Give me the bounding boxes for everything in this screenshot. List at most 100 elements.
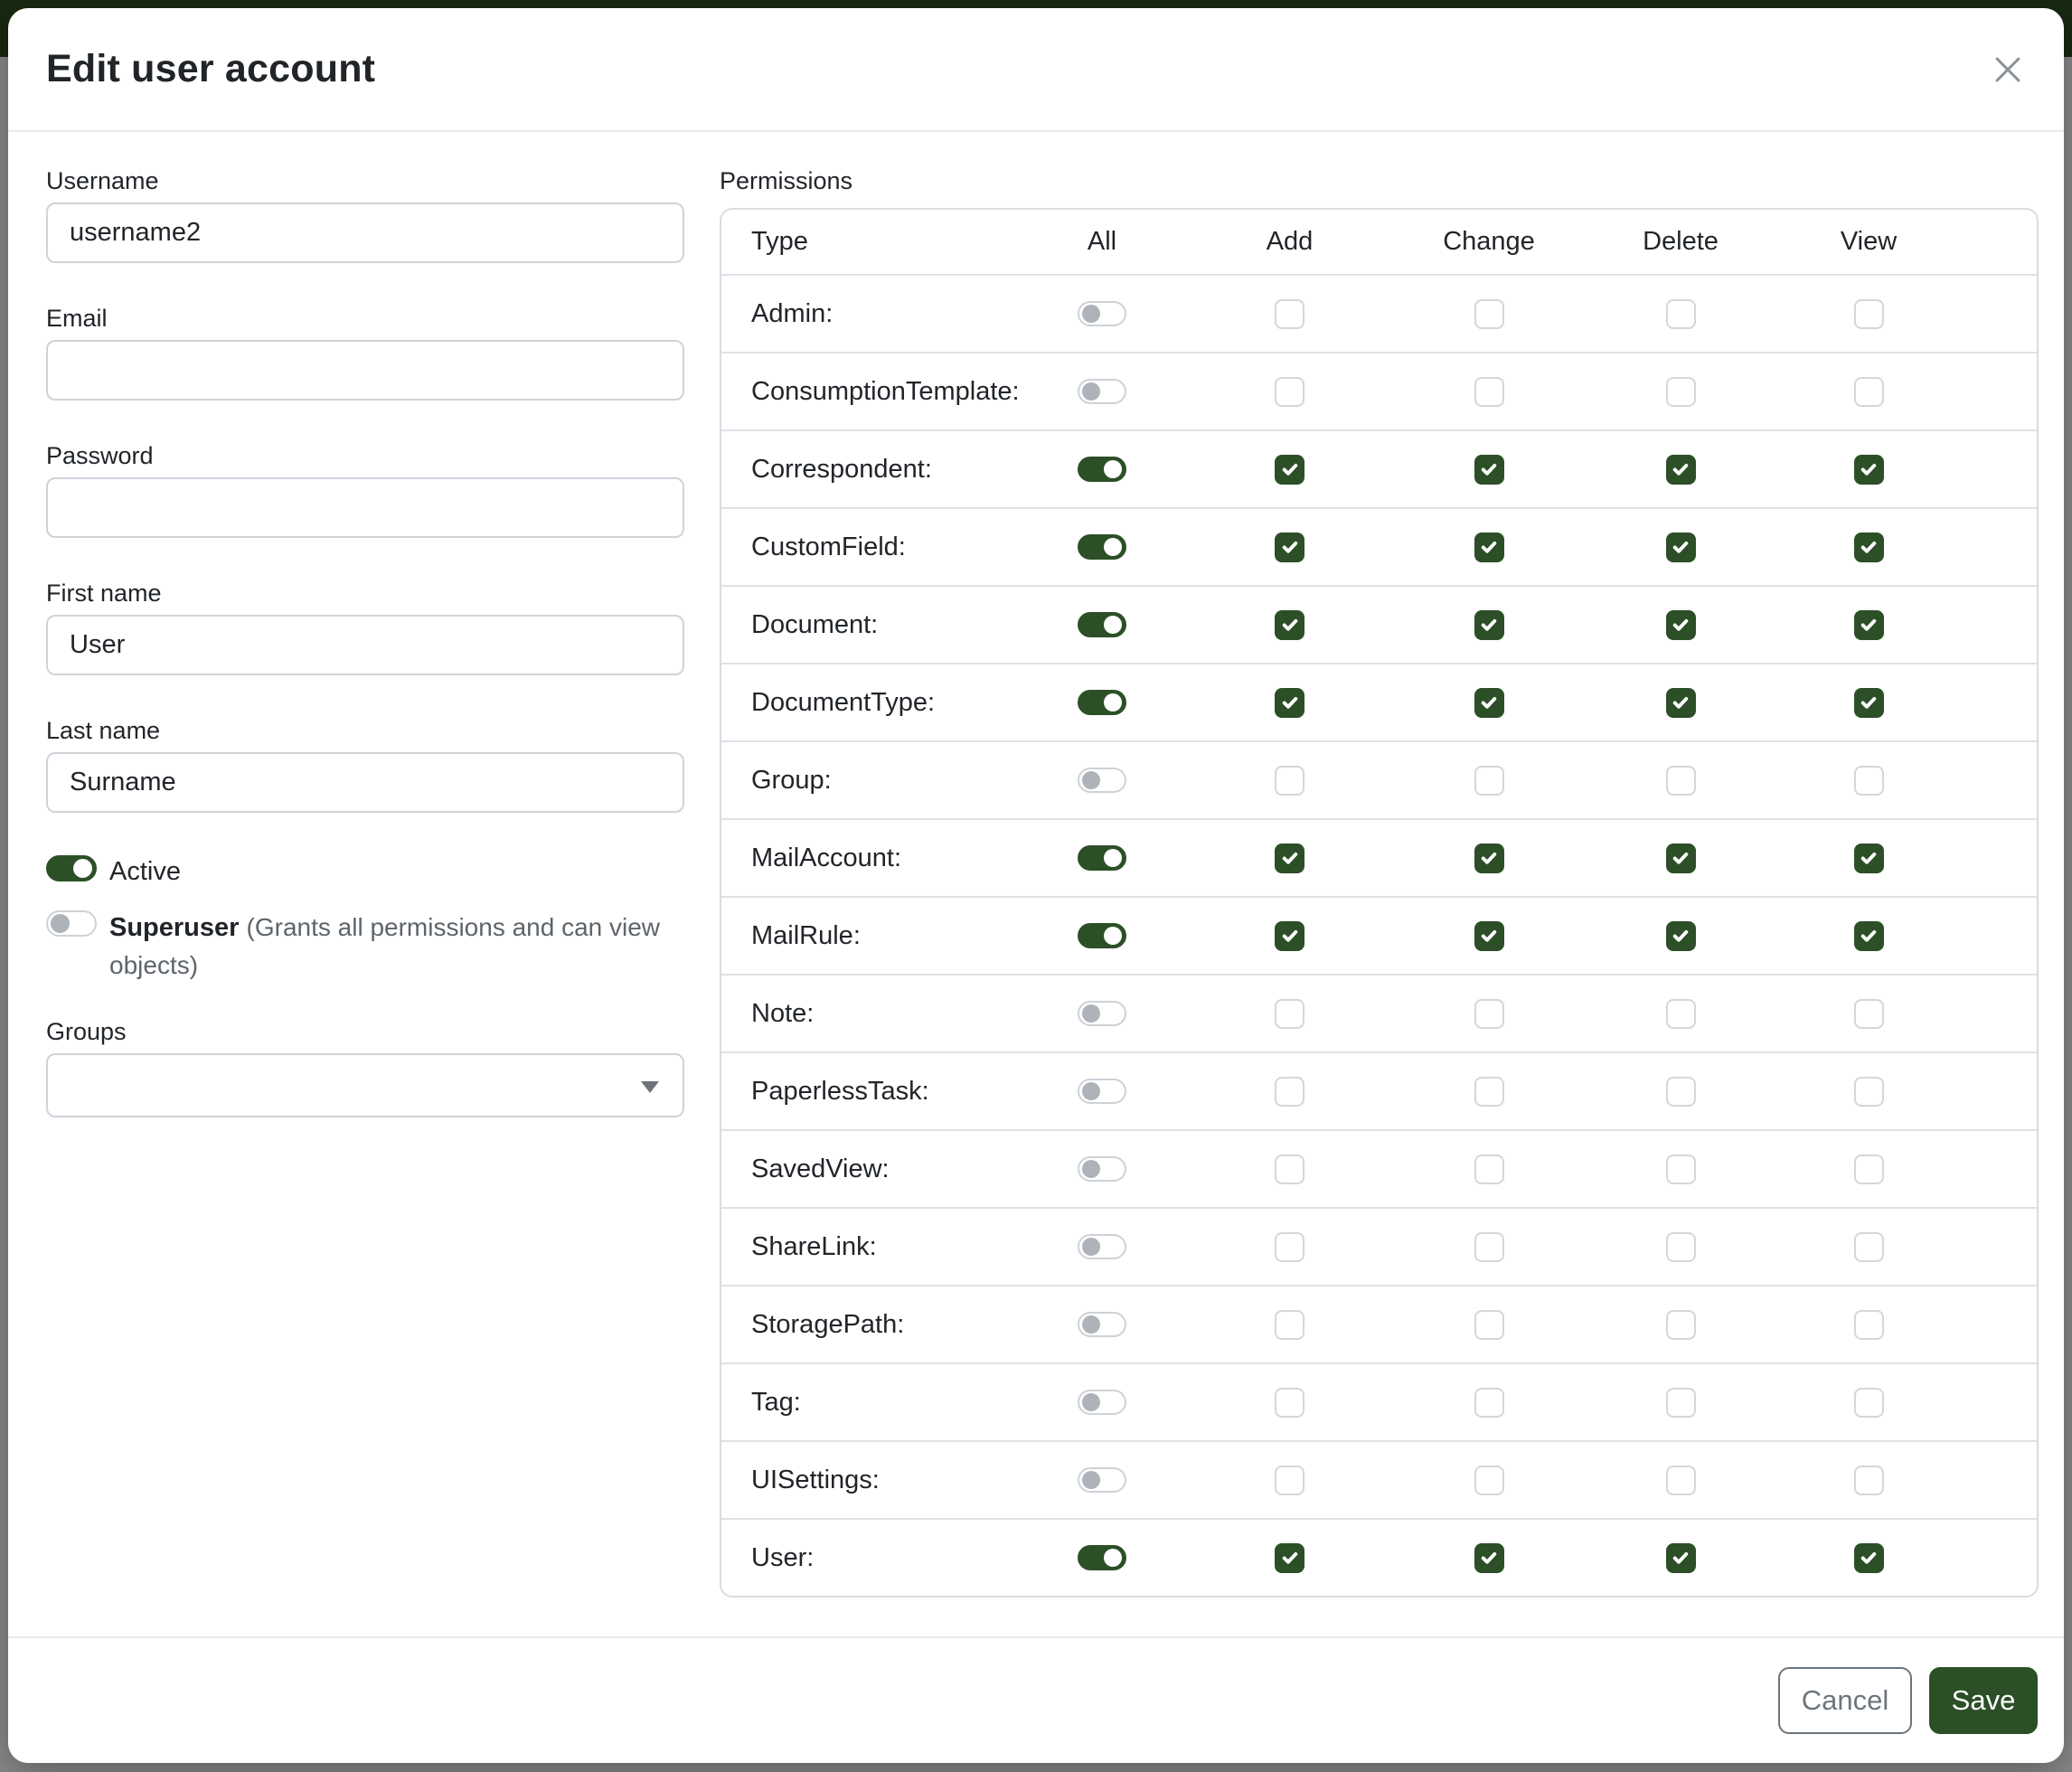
permission-change-checkbox[interactable]	[1474, 610, 1504, 640]
permission-change-checkbox[interactable]	[1474, 1310, 1504, 1340]
groups-select[interactable]	[46, 1053, 684, 1117]
permission-view-checkbox[interactable]	[1854, 1310, 1884, 1340]
toggle-knob	[1082, 771, 1100, 789]
permission-delete-checkbox[interactable]	[1666, 1155, 1696, 1184]
permission-all-toggle[interactable]	[1078, 1545, 1126, 1570]
permission-all-toggle[interactable]	[1078, 923, 1126, 948]
permission-view-checkbox[interactable]	[1854, 455, 1884, 485]
permission-view-checkbox[interactable]	[1854, 1155, 1884, 1184]
toggle-knob	[1082, 382, 1100, 401]
permission-change-checkbox[interactable]	[1474, 921, 1504, 951]
permission-view-checkbox[interactable]	[1854, 1388, 1884, 1418]
permission-change-checkbox[interactable]	[1474, 1466, 1504, 1495]
permission-add-checkbox[interactable]	[1275, 377, 1304, 407]
permission-change-checkbox[interactable]	[1474, 766, 1504, 796]
permission-change-checkbox[interactable]	[1474, 1232, 1504, 1262]
permission-add-checkbox[interactable]	[1275, 688, 1304, 718]
permission-delete-checkbox[interactable]	[1666, 1232, 1696, 1262]
permission-view-checkbox[interactable]	[1854, 377, 1884, 407]
permission-view-checkbox[interactable]	[1854, 299, 1884, 329]
permission-view-checkbox[interactable]	[1854, 921, 1884, 951]
permission-all-toggle[interactable]	[1078, 457, 1126, 482]
permission-delete-checkbox[interactable]	[1666, 999, 1696, 1029]
permission-view-checkbox[interactable]	[1854, 1466, 1884, 1495]
permission-add-checkbox[interactable]	[1275, 999, 1304, 1029]
permission-change-checkbox[interactable]	[1474, 1077, 1504, 1107]
permission-change-checkbox[interactable]	[1474, 455, 1504, 485]
permissions-label: Permissions	[720, 166, 2039, 195]
cancel-button[interactable]: Cancel	[1778, 1667, 1912, 1734]
permission-delete-checkbox[interactable]	[1666, 844, 1696, 873]
permission-delete-checkbox[interactable]	[1666, 1543, 1696, 1573]
permission-view-checkbox[interactable]	[1854, 610, 1884, 640]
permission-view-checkbox[interactable]	[1854, 1232, 1884, 1262]
permission-all-toggle[interactable]	[1078, 1390, 1126, 1415]
permission-add-checkbox[interactable]	[1275, 1155, 1304, 1184]
save-button[interactable]: Save	[1929, 1667, 2038, 1734]
permission-add-checkbox[interactable]	[1275, 1310, 1304, 1340]
permission-add-checkbox[interactable]	[1275, 1232, 1304, 1262]
last-name-field[interactable]	[46, 752, 684, 813]
permission-add-checkbox[interactable]	[1275, 533, 1304, 562]
first-name-field[interactable]	[46, 615, 684, 675]
permission-all-toggle[interactable]	[1078, 534, 1126, 560]
permission-all-toggle[interactable]	[1078, 690, 1126, 715]
permission-change-checkbox[interactable]	[1474, 1388, 1504, 1418]
permission-delete-checkbox[interactable]	[1666, 921, 1696, 951]
permission-add-checkbox[interactable]	[1275, 1388, 1304, 1418]
permission-view-checkbox[interactable]	[1854, 766, 1884, 796]
permission-add-checkbox[interactable]	[1275, 299, 1304, 329]
permission-delete-checkbox[interactable]	[1666, 1310, 1696, 1340]
permission-add-checkbox[interactable]	[1275, 921, 1304, 951]
permission-add-checkbox[interactable]	[1275, 1466, 1304, 1495]
permission-delete-checkbox[interactable]	[1666, 455, 1696, 485]
permission-all-toggle[interactable]	[1078, 1467, 1126, 1493]
permission-change-checkbox[interactable]	[1474, 688, 1504, 718]
active-toggle[interactable]	[46, 855, 97, 881]
permission-change-checkbox[interactable]	[1474, 999, 1504, 1029]
permission-delete-checkbox[interactable]	[1666, 1466, 1696, 1495]
permission-add-checkbox[interactable]	[1275, 844, 1304, 873]
username-input[interactable]	[46, 203, 684, 263]
permission-view-checkbox[interactable]	[1854, 999, 1884, 1029]
permission-all-toggle[interactable]	[1078, 1312, 1126, 1337]
permission-delete-checkbox[interactable]	[1666, 533, 1696, 562]
permission-add-checkbox[interactable]	[1275, 1543, 1304, 1573]
permission-change-checkbox[interactable]	[1474, 1543, 1504, 1573]
superuser-toggle[interactable]	[46, 910, 97, 937]
permission-delete-checkbox[interactable]	[1666, 377, 1696, 407]
permission-delete-checkbox[interactable]	[1666, 1077, 1696, 1107]
toggle-knob	[1104, 849, 1122, 867]
permission-delete-checkbox[interactable]	[1666, 688, 1696, 718]
permission-all-toggle[interactable]	[1078, 1156, 1126, 1182]
permission-delete-checkbox[interactable]	[1666, 610, 1696, 640]
permission-add-checkbox[interactable]	[1275, 455, 1304, 485]
permission-all-toggle[interactable]	[1078, 1234, 1126, 1259]
email-field[interactable]	[46, 340, 684, 401]
permission-view-checkbox[interactable]	[1854, 1077, 1884, 1107]
close-icon[interactable]	[1983, 44, 2033, 95]
permission-change-checkbox[interactable]	[1474, 377, 1504, 407]
permission-change-checkbox[interactable]	[1474, 533, 1504, 562]
permission-add-checkbox[interactable]	[1275, 610, 1304, 640]
permission-add-checkbox[interactable]	[1275, 1077, 1304, 1107]
permission-delete-checkbox[interactable]	[1666, 299, 1696, 329]
permission-view-checkbox[interactable]	[1854, 844, 1884, 873]
permission-view-checkbox[interactable]	[1854, 533, 1884, 562]
permission-delete-checkbox[interactable]	[1666, 766, 1696, 796]
permission-all-toggle[interactable]	[1078, 768, 1126, 793]
permission-add-checkbox[interactable]	[1275, 766, 1304, 796]
permission-change-checkbox[interactable]	[1474, 299, 1504, 329]
permission-all-toggle[interactable]	[1078, 1079, 1126, 1104]
permission-view-checkbox[interactable]	[1854, 1543, 1884, 1573]
permission-all-toggle[interactable]	[1078, 612, 1126, 637]
permission-all-toggle[interactable]	[1078, 379, 1126, 404]
permission-change-checkbox[interactable]	[1474, 844, 1504, 873]
permission-delete-checkbox[interactable]	[1666, 1388, 1696, 1418]
password-field[interactable]	[46, 477, 684, 538]
permission-all-toggle[interactable]	[1078, 301, 1126, 326]
permission-all-toggle[interactable]	[1078, 845, 1126, 871]
permission-all-toggle[interactable]	[1078, 1001, 1126, 1026]
permission-view-checkbox[interactable]	[1854, 688, 1884, 718]
permission-change-checkbox[interactable]	[1474, 1155, 1504, 1184]
